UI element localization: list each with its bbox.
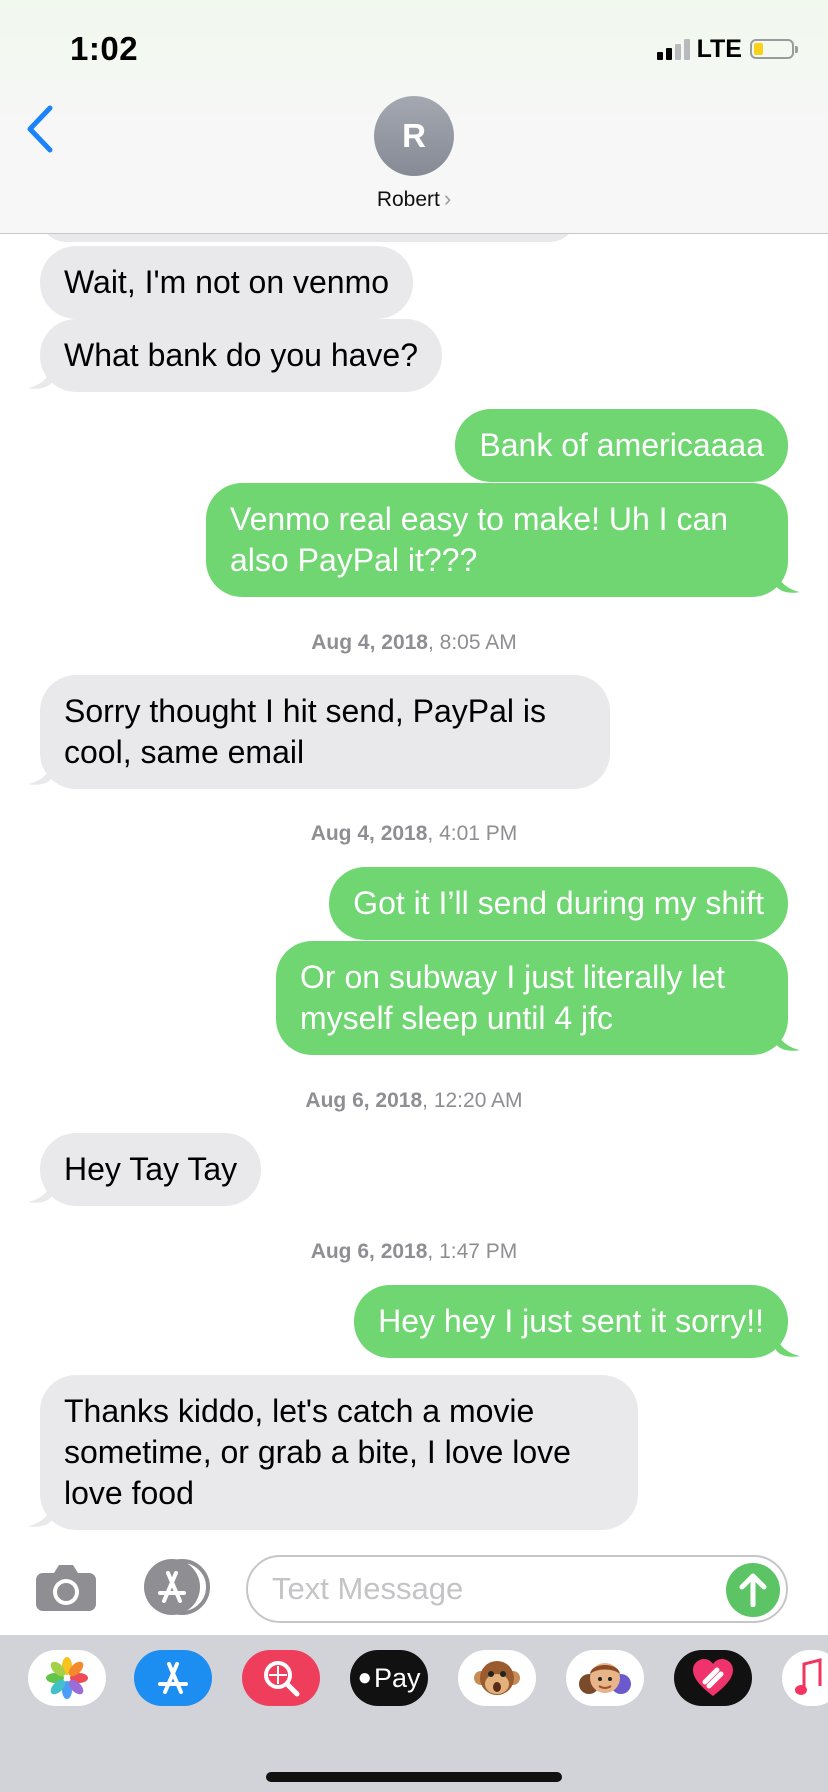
incoming-message[interactable]: Sorry thought I hit send, PayPal is cool… — [40, 675, 610, 789]
outgoing-message[interactable]: Or on subway I just literally let myself… — [276, 941, 788, 1055]
monkey-animoji-icon — [474, 1661, 520, 1695]
home-indicator[interactable] — [266, 1772, 562, 1782]
incoming-message[interactable]: What bank do you have? — [40, 319, 443, 392]
apple-logo-icon: ● — [357, 1664, 372, 1691]
photos-app[interactable] — [28, 1650, 106, 1706]
monkey-animoji-app[interactable] — [458, 1650, 536, 1706]
outgoing-message[interactable]: Venmo real easy to make! Uh I can also P… — [206, 483, 788, 597]
battery-level — [754, 43, 763, 55]
message-input-placeholder: Text Message — [272, 1571, 464, 1606]
status-indicators: LTE — [656, 34, 798, 64]
camera-button[interactable] — [34, 1563, 98, 1613]
contact-name: Robert — [376, 188, 440, 211]
bubble-tail — [776, 1030, 800, 1051]
digital-touch-app[interactable] — [674, 1650, 752, 1706]
bubble-tail — [28, 1182, 52, 1203]
bubble-tail — [28, 764, 52, 785]
chevron-left-icon — [27, 105, 53, 153]
incoming-message[interactable]: Hey Tay Tay — [40, 1133, 262, 1206]
apple-pay-app[interactable]: ● Pay — [350, 1650, 428, 1706]
timestamp-date: Aug 6, 2018 — [305, 1089, 423, 1112]
bubble-tail — [28, 1506, 52, 1527]
signal-strength-icon — [656, 38, 690, 60]
timestamp-date: Aug 6, 2018 — [310, 1240, 428, 1263]
outgoing-message[interactable]: Hey hey I just sent it sorry!! — [354, 1285, 788, 1358]
music-app[interactable] — [782, 1650, 828, 1706]
timestamp-time: , 8:05 AM — [428, 631, 517, 654]
incoming-message[interactable]: Wait, I'm not on venmo — [40, 246, 414, 319]
bubble-tail — [776, 1336, 800, 1357]
music-icon — [795, 1658, 822, 1695]
timestamp-time: , 4:01 PM — [427, 822, 518, 845]
timestamp: Aug 6, 2018, 12:20 AM — [0, 1089, 828, 1113]
app-store-icon — [158, 1662, 188, 1694]
arrow-up-icon — [739, 1573, 767, 1607]
app-store-app[interactable] — [134, 1650, 212, 1706]
photos-icon — [46, 1657, 88, 1699]
memoji-icon — [579, 1663, 631, 1694]
camera-icon — [36, 1565, 96, 1611]
message-input[interactable]: Text Message — [246, 1555, 788, 1623]
timestamp-time: , 1:47 PM — [427, 1240, 518, 1263]
app-store-button[interactable] — [140, 1557, 212, 1617]
heart-icon — [693, 1659, 733, 1696]
timestamp: Aug 4, 2018, 4:01 PM — [0, 822, 828, 846]
avatar-initial: R — [402, 117, 426, 154]
bubble-tail — [28, 368, 52, 389]
chevron-right-icon: › — [443, 186, 452, 211]
network-type: LTE — [696, 34, 742, 63]
image-search-app[interactable] — [242, 1650, 320, 1706]
imessage-app-drawer: ● Pay — [0, 1635, 828, 1792]
contact-avatar[interactable]: R — [374, 96, 454, 176]
outgoing-message[interactable]: Got it I’ll send during my shift — [329, 867, 788, 940]
memoji-app[interactable] — [566, 1650, 644, 1706]
apple-pay-label: Pay — [373, 1662, 421, 1693]
composer-bar: Text Message — [0, 1535, 828, 1635]
timestamp-date: Aug 4, 2018 — [311, 631, 428, 654]
battery-icon — [750, 39, 798, 59]
outgoing-message[interactable]: Bank of americaaaa — [455, 409, 788, 482]
timestamp: Aug 6, 2018, 1:47 PM — [0, 1240, 828, 1264]
timestamp-date: Aug 4, 2018 — [310, 822, 428, 845]
app-store-icon — [144, 1559, 210, 1615]
conversation-header: 1:02 LTE R Robert › — [0, 0, 828, 234]
back-button[interactable] — [20, 104, 60, 154]
timestamp-time: , 12:20 AM — [422, 1089, 523, 1112]
contact-name-button[interactable]: Robert › — [0, 186, 828, 212]
bubble-tail — [776, 572, 800, 593]
image-search-icon — [264, 1661, 300, 1697]
status-time: 1:02 — [70, 30, 139, 67]
timestamp: Aug 4, 2018, 8:05 AM — [0, 631, 828, 655]
send-button[interactable] — [726, 1563, 780, 1617]
incoming-message[interactable]: Thanks kiddo, let's catch a movie someti… — [40, 1375, 638, 1530]
